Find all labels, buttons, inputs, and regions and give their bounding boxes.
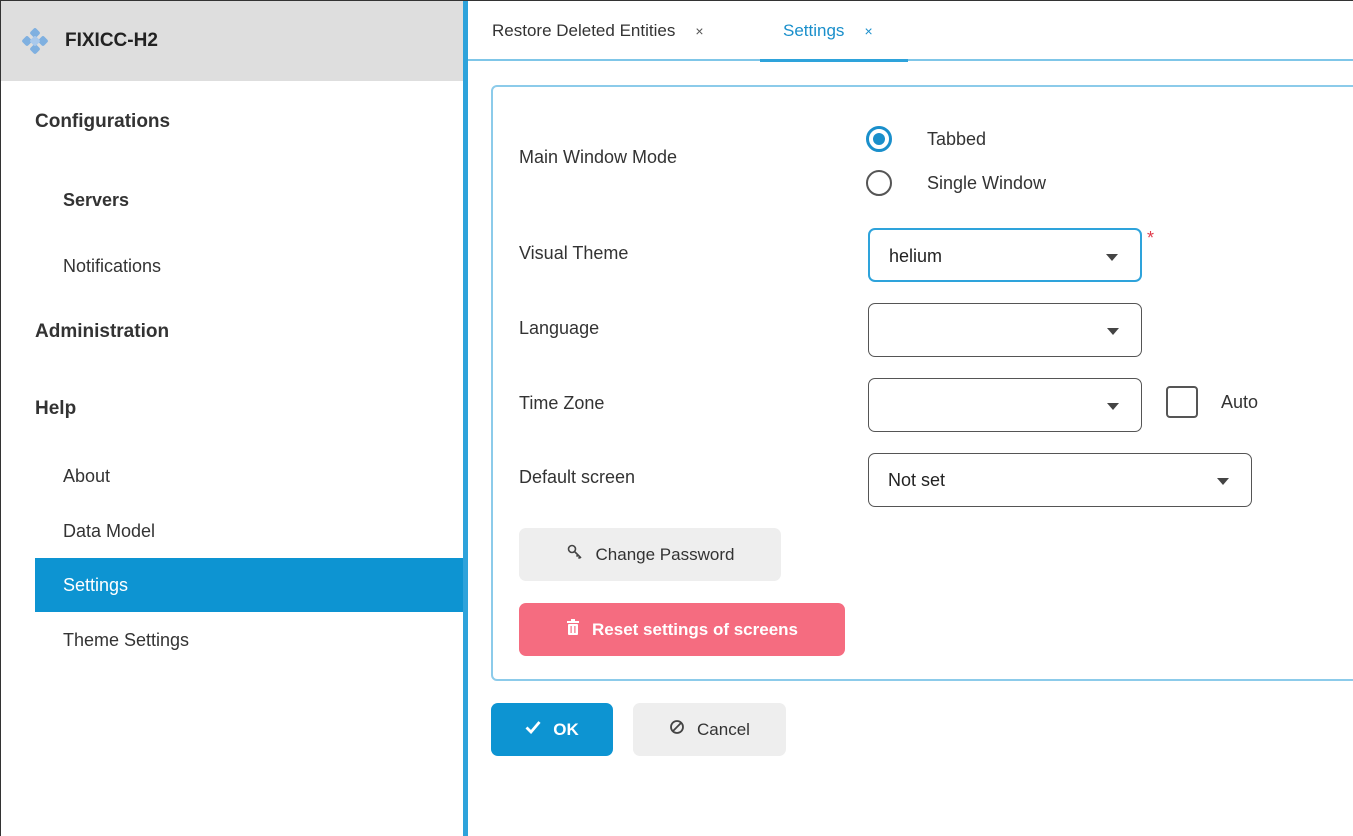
reset-settings-label: Reset settings of screens xyxy=(592,619,798,639)
radio-tabbed-label[interactable]: Tabbed xyxy=(927,129,986,150)
app-brand[interactable]: FIXICC-H2 xyxy=(1,1,463,81)
visual-theme-value: helium xyxy=(889,246,943,266)
sidebar-item-settings[interactable]: Settings xyxy=(35,558,463,612)
nav-group-administration[interactable]: Administration xyxy=(35,321,169,343)
sidebar-item-label: Settings xyxy=(63,574,129,595)
radio-tabbed[interactable] xyxy=(866,126,906,152)
sidebar-item-label: Notifications xyxy=(63,255,162,276)
cancel-icon xyxy=(669,719,685,740)
sidebar-item-label: Theme Settings xyxy=(63,629,190,650)
radio-checked-icon xyxy=(866,126,892,152)
default-screen-select[interactable]: Not set xyxy=(868,453,1252,507)
check-icon xyxy=(525,720,541,739)
required-marker: * xyxy=(1147,228,1155,248)
change-password-label: Change Password xyxy=(595,544,735,564)
tab-restore-deleted-entities[interactable]: Restore Deleted Entities × xyxy=(492,21,704,41)
ok-label: OK xyxy=(553,719,579,739)
sidebar-item-data-model[interactable]: Data Model xyxy=(35,504,463,558)
language-label: Language xyxy=(519,318,600,338)
app-title: FIXICC-H2 xyxy=(65,30,158,51)
visual-theme-label: Visual Theme xyxy=(519,243,629,263)
main-window-mode-label: Main Window Mode xyxy=(519,147,678,167)
language-select[interactable] xyxy=(868,303,1142,357)
nav-group-configurations[interactable]: Configurations xyxy=(35,111,170,133)
chevron-down-icon xyxy=(1217,478,1229,485)
sidebar: FIXICC-H2 Configurations Servers Notific… xyxy=(1,1,463,836)
sidebar-item-servers[interactable]: Servers xyxy=(35,173,463,227)
radio-unchecked-icon xyxy=(866,170,892,196)
radio-single-window-label[interactable]: Single Window xyxy=(927,173,1046,194)
tab-bar: Restore Deleted Entities × Settings × xyxy=(468,1,1353,62)
time-zone-select[interactable] xyxy=(868,378,1142,432)
auto-checkbox[interactable] xyxy=(1166,386,1198,418)
tab-label: Restore Deleted Entities xyxy=(492,21,676,40)
sidebar-item-label: Servers xyxy=(63,189,130,210)
default-screen-value: Not set xyxy=(888,470,946,490)
sidebar-item-label: Data Model xyxy=(63,520,156,541)
sidebar-splitter[interactable] xyxy=(463,1,468,836)
key-icon xyxy=(566,543,584,566)
sidebar-item-theme-settings[interactable]: Theme Settings xyxy=(35,613,463,667)
visual-theme-select[interactable]: helium xyxy=(868,228,1142,282)
chevron-down-icon xyxy=(1107,328,1119,335)
chevron-down-icon xyxy=(1107,403,1119,410)
sidebar-item-notifications[interactable]: Notifications xyxy=(35,239,463,293)
radio-single-window[interactable] xyxy=(866,170,906,196)
change-password-button[interactable]: Change Password xyxy=(519,528,781,581)
active-tab-indicator xyxy=(760,59,908,62)
tab-settings[interactable]: Settings × xyxy=(783,21,873,41)
reset-settings-button[interactable]: Reset settings of screens xyxy=(519,603,845,656)
ok-button[interactable]: OK xyxy=(491,703,613,756)
cancel-button[interactable]: Cancel xyxy=(633,703,786,756)
close-icon[interactable]: × xyxy=(695,23,703,39)
trash-icon xyxy=(566,619,580,640)
time-zone-label: Time Zone xyxy=(519,393,605,413)
nav-group-help[interactable]: Help xyxy=(35,398,76,420)
sidebar-item-about[interactable]: About xyxy=(35,449,463,503)
tab-label: Settings xyxy=(783,21,845,40)
sidebar-item-label: About xyxy=(63,465,111,486)
default-screen-label: Default screen xyxy=(519,467,636,487)
auto-checkbox-label[interactable]: Auto xyxy=(1221,392,1258,413)
close-icon[interactable]: × xyxy=(864,23,872,39)
fixicc-logo-icon xyxy=(21,27,49,55)
chevron-down-icon xyxy=(1106,254,1118,261)
cancel-label: Cancel xyxy=(697,719,750,739)
